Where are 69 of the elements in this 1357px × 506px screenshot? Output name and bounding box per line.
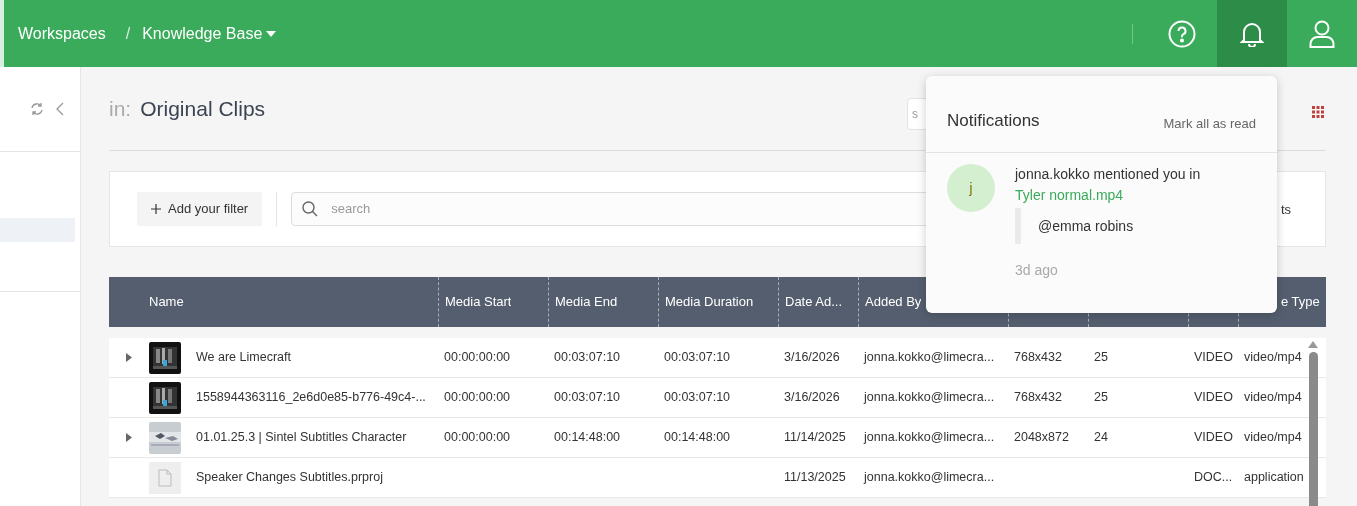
column-header[interactable]: Date Ad...: [785, 292, 843, 312]
folder-prefix: in:: [109, 95, 132, 122]
table-cell: 24: [1094, 430, 1108, 445]
table-cell: jonna.kokko@limecra...: [864, 390, 995, 405]
folder-title: Original Clips: [140, 95, 266, 122]
mark-all-read-link[interactable]: Mark all as read: [1163, 113, 1256, 133]
table-cell: VIDEO: [1194, 390, 1233, 405]
column-header[interactable]: Name: [149, 292, 184, 312]
column-header[interactable]: Media Duration: [665, 292, 754, 312]
table-cell: 00:14:48:00: [554, 430, 621, 445]
add-filter-button[interactable]: Add your filter: [137, 192, 263, 226]
table-cell: 2048x872: [1014, 430, 1069, 445]
column-header[interactable]: Media Start: [445, 292, 512, 312]
quoted-comment: @emma robins: [1015, 208, 1201, 244]
breadcrumb-separator: /: [125, 23, 131, 44]
file-name[interactable]: We are Limecraft: [196, 348, 291, 367]
table-cell: DOC...: [1194, 470, 1233, 485]
document-icon: [149, 461, 181, 494]
table-cell: VIDEO: [1194, 350, 1233, 365]
table-cell: VIDEO: [1194, 430, 1233, 445]
table-cell: 00:00:00:00: [444, 390, 511, 405]
file-name[interactable]: Speaker Changes Subtitles.prproj: [196, 468, 383, 487]
search-icon: [302, 201, 319, 217]
expand-icon[interactable]: [126, 433, 132, 442]
chevron-left-icon[interactable]: [56, 102, 64, 116]
column-header[interactable]: Added By: [865, 292, 922, 312]
table-row[interactable]: We are Limecraft 00:00:00:00 00:03:07:10 00:03:07:10 3/16/2026 jonna.kokko@limecra... 768x432 25 VIDEO video/mp4: [109, 338, 1326, 378]
column-header[interactable]: Media End: [555, 292, 618, 312]
avatar: j: [947, 164, 995, 212]
table-cell: 11/13/2025: [784, 470, 846, 485]
caret-down-icon[interactable]: [266, 30, 277, 37]
bell-icon: [1240, 20, 1264, 47]
table-cell: 00:03:07:10: [664, 390, 731, 405]
scrollbar-thumb[interactable]: [1308, 352, 1318, 506]
button-label[interactable]: ts: [1281, 200, 1292, 220]
table-cell: 00:14:48:00: [664, 430, 731, 445]
bell-button[interactable]: [1217, 0, 1287, 67]
table-cell: 00:03:07:10: [554, 390, 621, 405]
column-header[interactable]: e Type: [1281, 292, 1320, 312]
table-cell: 3/16/2026: [784, 350, 840, 365]
table-cell: 00:00:00:00: [444, 350, 511, 365]
popover-title: Notifications: [947, 109, 1040, 132]
table-cell: video/mp4: [1244, 350, 1302, 365]
help-icon: [1168, 19, 1196, 48]
table-cell: 11/14/2025: [784, 430, 846, 445]
user-icon: [1309, 19, 1335, 48]
table-cell: 25: [1094, 350, 1108, 365]
table-cell: jonna.kokko@limecra...: [864, 430, 995, 445]
table-cell: jonna.kokko@limecra...: [864, 350, 995, 365]
table-cell: 00:00:00:00: [444, 430, 511, 445]
table-cell: application: [1244, 470, 1304, 485]
refresh-icon[interactable]: [30, 102, 44, 116]
table-cell: 768x432: [1014, 350, 1062, 365]
notification-text: jonna.kokko mentioned you in: [1015, 165, 1201, 184]
expand-icon[interactable]: [126, 353, 132, 362]
scroll-up-icon[interactable]: [1308, 341, 1318, 348]
table-cell: jonna.kokko@limecra...: [864, 470, 995, 485]
file-name[interactable]: 1558944363116_2e6d0e85-b776-49c4-...: [196, 388, 426, 407]
grid-icon[interactable]: [1312, 106, 1324, 118]
table-cell: 00:03:07:10: [664, 350, 731, 365]
table-cell: 25: [1094, 390, 1108, 405]
file-name[interactable]: 01.01.25.3 | Sintel Subtitles Character: [196, 428, 407, 447]
table-cell: 768x432: [1014, 390, 1062, 405]
timestamp: 3d ago: [1015, 261, 1059, 280]
table-cell: 00:03:07:10: [554, 350, 621, 365]
table-cell: 3/16/2026: [784, 390, 840, 405]
table-cell: video/mp4: [1244, 430, 1302, 445]
plus-icon: [151, 204, 161, 214]
table-cell: video/mp4: [1244, 390, 1302, 405]
